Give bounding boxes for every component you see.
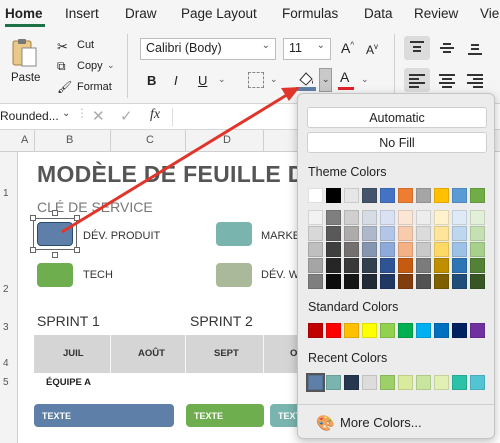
theme-shade-swatch[interactable] — [470, 210, 485, 225]
theme-shade-swatch[interactable] — [308, 210, 323, 225]
standard-color-swatch[interactable] — [470, 323, 485, 338]
theme-color-swatch[interactable] — [434, 188, 449, 203]
theme-shade-swatch[interactable] — [416, 226, 431, 241]
theme-shade-swatch[interactable] — [344, 226, 359, 241]
theme-shade-swatch[interactable] — [362, 274, 377, 289]
standard-color-swatch[interactable] — [452, 323, 467, 338]
theme-shade-swatch[interactable] — [416, 258, 431, 273]
theme-color-swatch[interactable] — [308, 188, 323, 203]
recent-color-swatch[interactable] — [326, 375, 341, 390]
standard-color-swatch[interactable] — [380, 323, 395, 338]
theme-shade-swatch[interactable] — [344, 258, 359, 273]
theme-shade-swatch[interactable] — [380, 226, 395, 241]
recent-colors-heading: Recent Colors — [308, 351, 388, 365]
theme-color-swatch[interactable] — [326, 188, 341, 203]
theme-shade-swatch[interactable] — [308, 242, 323, 257]
theme-shade-swatch[interactable] — [452, 226, 467, 241]
standard-color-swatch[interactable] — [416, 323, 431, 338]
theme-shade-swatch[interactable] — [398, 226, 413, 241]
theme-shade-swatch[interactable] — [398, 242, 413, 257]
theme-color-swatch[interactable] — [344, 188, 359, 203]
standard-color-swatch[interactable] — [308, 323, 323, 338]
theme-colors-heading: Theme Colors — [308, 165, 387, 179]
recent-color-swatch[interactable] — [452, 375, 467, 390]
recent-color-swatch[interactable] — [380, 375, 395, 390]
standard-color-swatch[interactable] — [344, 323, 359, 338]
more-colors-label: More Colors... — [340, 415, 422, 430]
theme-shade-swatch[interactable] — [344, 242, 359, 257]
theme-shade-swatch[interactable] — [470, 226, 485, 241]
theme-shade-swatch[interactable] — [362, 258, 377, 273]
fill-color-popup: Automatic No Fill Theme Colors Standard … — [297, 93, 495, 439]
recent-color-swatch[interactable] — [434, 375, 449, 390]
theme-shade-swatch[interactable] — [434, 258, 449, 273]
no-fill-button[interactable]: No Fill — [307, 132, 487, 153]
theme-shade-swatch[interactable] — [380, 258, 395, 273]
theme-shade-swatch[interactable] — [434, 226, 449, 241]
theme-shade-swatch[interactable] — [326, 242, 341, 257]
theme-shade-swatch[interactable] — [452, 210, 467, 225]
theme-shade-swatch[interactable] — [416, 242, 431, 257]
standard-color-swatch[interactable] — [362, 323, 377, 338]
theme-color-swatch[interactable] — [398, 188, 413, 203]
theme-color-swatch[interactable] — [380, 188, 395, 203]
theme-shade-swatch[interactable] — [452, 274, 467, 289]
theme-color-swatch[interactable] — [416, 188, 431, 203]
theme-shade-swatch[interactable] — [434, 210, 449, 225]
theme-shade-swatch[interactable] — [470, 242, 485, 257]
theme-shade-swatch[interactable] — [470, 274, 485, 289]
theme-shade-swatch[interactable] — [308, 258, 323, 273]
theme-shade-swatch[interactable] — [380, 242, 395, 257]
theme-shade-swatch[interactable] — [326, 210, 341, 225]
standard-colors-heading: Standard Colors — [308, 300, 399, 314]
theme-shade-swatch[interactable] — [416, 210, 431, 225]
standard-color-swatch[interactable] — [326, 323, 341, 338]
recent-color-swatch[interactable] — [416, 375, 431, 390]
theme-shade-swatch[interactable] — [362, 242, 377, 257]
recent-color-swatch[interactable] — [398, 375, 413, 390]
theme-shade-swatch[interactable] — [452, 242, 467, 257]
theme-color-swatch[interactable] — [452, 188, 467, 203]
palette-icon: 🎨 — [316, 415, 335, 432]
theme-shade-swatch[interactable] — [434, 274, 449, 289]
theme-shade-swatch[interactable] — [398, 258, 413, 273]
theme-shade-swatch[interactable] — [398, 274, 413, 289]
theme-shade-swatch[interactable] — [326, 226, 341, 241]
recent-color-swatch[interactable] — [362, 375, 377, 390]
standard-color-swatch[interactable] — [434, 323, 449, 338]
theme-shade-swatch[interactable] — [362, 210, 377, 225]
theme-shade-swatch[interactable] — [344, 210, 359, 225]
theme-shade-swatch[interactable] — [470, 258, 485, 273]
more-colors-button[interactable]: 🎨 More Colors... — [298, 406, 494, 438]
theme-shade-swatch[interactable] — [326, 274, 341, 289]
theme-shade-swatch[interactable] — [398, 210, 413, 225]
theme-shade-swatch[interactable] — [344, 274, 359, 289]
recent-color-swatch[interactable] — [470, 375, 485, 390]
recent-color-swatch[interactable] — [344, 375, 359, 390]
theme-shade-swatch[interactable] — [380, 210, 395, 225]
theme-color-swatch[interactable] — [362, 188, 377, 203]
theme-shade-swatch[interactable] — [362, 226, 377, 241]
recent-color-swatch[interactable] — [306, 373, 325, 392]
automatic-fill-button[interactable]: Automatic — [307, 107, 487, 128]
theme-shade-swatch[interactable] — [326, 258, 341, 273]
theme-shade-swatch[interactable] — [380, 274, 395, 289]
popup-divider — [298, 404, 494, 405]
theme-shade-swatch[interactable] — [452, 258, 467, 273]
theme-color-swatch[interactable] — [470, 188, 485, 203]
theme-shade-swatch[interactable] — [308, 226, 323, 241]
theme-shade-swatch[interactable] — [434, 242, 449, 257]
standard-color-swatch[interactable] — [398, 323, 413, 338]
theme-shade-swatch[interactable] — [308, 274, 323, 289]
theme-shade-swatch[interactable] — [416, 274, 431, 289]
